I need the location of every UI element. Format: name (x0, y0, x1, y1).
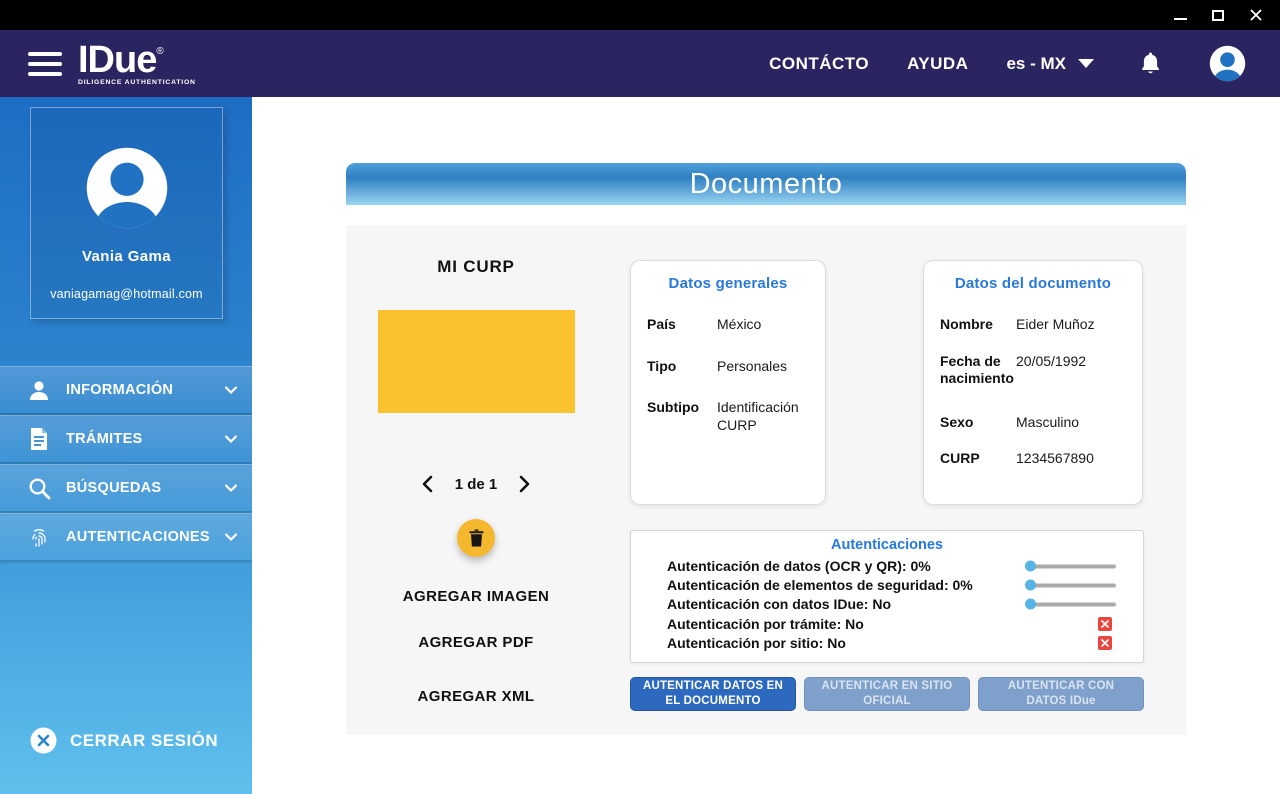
main-content: Documento MI CURP 1 de 1 AGREGAR I (252, 97, 1280, 794)
sidebar-item-label: AUTENTICACIONES (66, 529, 210, 545)
prev-page-icon[interactable] (422, 475, 433, 493)
sidebar-item-busquedas[interactable]: BÚSQUEDAS (0, 464, 252, 511)
sidebar-item-label: INFORMACIÓN (66, 382, 173, 398)
chevron-down-icon (224, 435, 238, 444)
document-icon (26, 427, 52, 451)
card-title: Datos del documento (924, 275, 1142, 292)
next-page-icon[interactable] (519, 475, 530, 493)
autenticar-datos-idue-button[interactable]: AUTENTICAR CON DATOS IDue (978, 677, 1144, 711)
nav-link-ayuda[interactable]: AYUDA (907, 54, 968, 74)
document-image-placeholder[interactable] (378, 310, 575, 413)
field-fecha-nacimiento: Fecha de nacimiento 20/05/1992 (924, 353, 1142, 388)
caret-down-icon (1078, 59, 1094, 68)
sidebar-item-label: BÚSQUEDAS (66, 480, 161, 496)
field-subtipo: Subtipo Identificación CURP (631, 399, 825, 434)
user-card: Vania Gama vaniagamag@hotmail.com (30, 107, 223, 319)
logout-button[interactable]: CERRAR SESIÓN (30, 727, 218, 754)
error-x-icon (1098, 617, 1112, 631)
error-x-icon (1098, 636, 1112, 650)
fingerprint-icon (26, 525, 52, 549)
circle-x-icon (30, 727, 57, 754)
auth-row-datos-idue: Autenticación con datos IDue: No (631, 595, 1143, 614)
auth-row-tramite: Autenticación por trámite: No (631, 614, 1143, 633)
add-pdf-button[interactable]: AGREGAR PDF (346, 634, 606, 651)
close-icon[interactable] (1248, 7, 1264, 23)
language-selector[interactable]: es - MX (1006, 54, 1094, 74)
page-indicator: 1 de 1 (455, 476, 498, 493)
add-xml-button[interactable]: AGREGAR XML (346, 688, 606, 705)
datos-idue-slider[interactable] (1025, 599, 1116, 610)
user-email: vaniagamag@hotmail.com (31, 287, 222, 301)
chevron-down-icon (224, 484, 238, 493)
sidebar-item-autenticaciones[interactable]: AUTENTICACIONES (0, 513, 252, 560)
auth-row-sitio: Autenticación por sitio: No (631, 634, 1143, 653)
menu-hamburger-icon[interactable] (28, 52, 62, 76)
autenticaciones-panel: Autenticaciones Autenticación de datos (… (630, 530, 1144, 663)
chevron-down-icon (224, 386, 238, 395)
sidebar: Vania Gama vaniagamag@hotmail.com INFORM… (0, 97, 252, 794)
delete-document-button[interactable] (457, 519, 495, 557)
field-pais: País México (631, 316, 825, 334)
window-titlebar (0, 0, 1280, 30)
document-header: Documento (346, 163, 1186, 205)
field-tipo: Tipo Personales (631, 358, 825, 376)
card-title: Datos generales (631, 275, 825, 292)
sidebar-item-tramites[interactable]: TRÁMITES (0, 415, 252, 462)
navbar: IDue® DILIGENCE AUTHENTICATION CONTÁCTO … (0, 30, 1280, 97)
auth-row-seguridad: Autenticación de elementos de seguridad:… (631, 575, 1143, 594)
datos-generales-card: Datos generales País México Tipo Persona… (630, 260, 826, 505)
trash-icon (469, 529, 484, 547)
autenticar-sitio-oficial-button[interactable]: AUTENTICAR EN SITIO OFICIAL (804, 677, 970, 711)
add-image-button[interactable]: AGREGAR IMAGEN (346, 588, 606, 605)
sidebar-item-label: TRÁMITES (66, 431, 143, 447)
document-name: MI CURP (346, 257, 606, 277)
app-logo: IDue® DILIGENCE AUTHENTICATION (78, 41, 196, 87)
autenticaciones-title: Autenticaciones (631, 537, 1143, 553)
field-sexo: Sexo Masculino (924, 414, 1142, 432)
search-icon (26, 477, 52, 500)
language-value: es - MX (1006, 54, 1066, 74)
field-nombre: Nombre Eider Muñoz (924, 316, 1142, 334)
sidebar-item-informacion[interactable]: INFORMACIÓN (0, 366, 252, 413)
action-buttons: AUTENTICAR DATOS EN EL DOCUMENTO AUTENTI… (630, 677, 1144, 711)
seguridad-slider[interactable] (1025, 580, 1116, 591)
logout-label: CERRAR SESIÓN (70, 731, 218, 751)
logo-subtitle: DILIGENCE AUTHENTICATION (78, 80, 196, 87)
profile-avatar[interactable] (1209, 45, 1246, 82)
user-avatar (85, 146, 169, 230)
maximize-icon[interactable] (1210, 7, 1226, 23)
sidebar-menu: INFORMACIÓN TRÁMITES BÚSQUEDAS (0, 366, 252, 562)
autenticar-datos-documento-button[interactable]: AUTENTICAR DATOS EN EL DOCUMENTO (630, 677, 796, 711)
chevron-down-icon (224, 533, 238, 542)
nav-link-contacto[interactable]: CONTÁCTO (769, 54, 869, 74)
logo-title: IDue (78, 39, 156, 81)
registered-mark: ® (156, 46, 163, 57)
datos-documento-card: Datos del documento Nombre Eider Muñoz F… (923, 260, 1143, 505)
field-curp: CURP 1234567890 (924, 450, 1142, 468)
minimize-icon[interactable] (1172, 7, 1188, 23)
auth-row-ocr-qr: Autenticación de datos (OCR y QR): 0% (631, 556, 1143, 575)
user-name: Vania Gama (31, 248, 222, 265)
document-panel: MI CURP 1 de 1 AGREGAR IMAGEN AGREGAR PD… (346, 225, 1186, 735)
user-icon (26, 378, 52, 402)
notifications-bell-icon[interactable] (1140, 51, 1161, 76)
page-title: Documento (690, 168, 843, 201)
pagination: 1 de 1 (346, 475, 606, 493)
ocr-qr-slider[interactable] (1025, 560, 1116, 571)
